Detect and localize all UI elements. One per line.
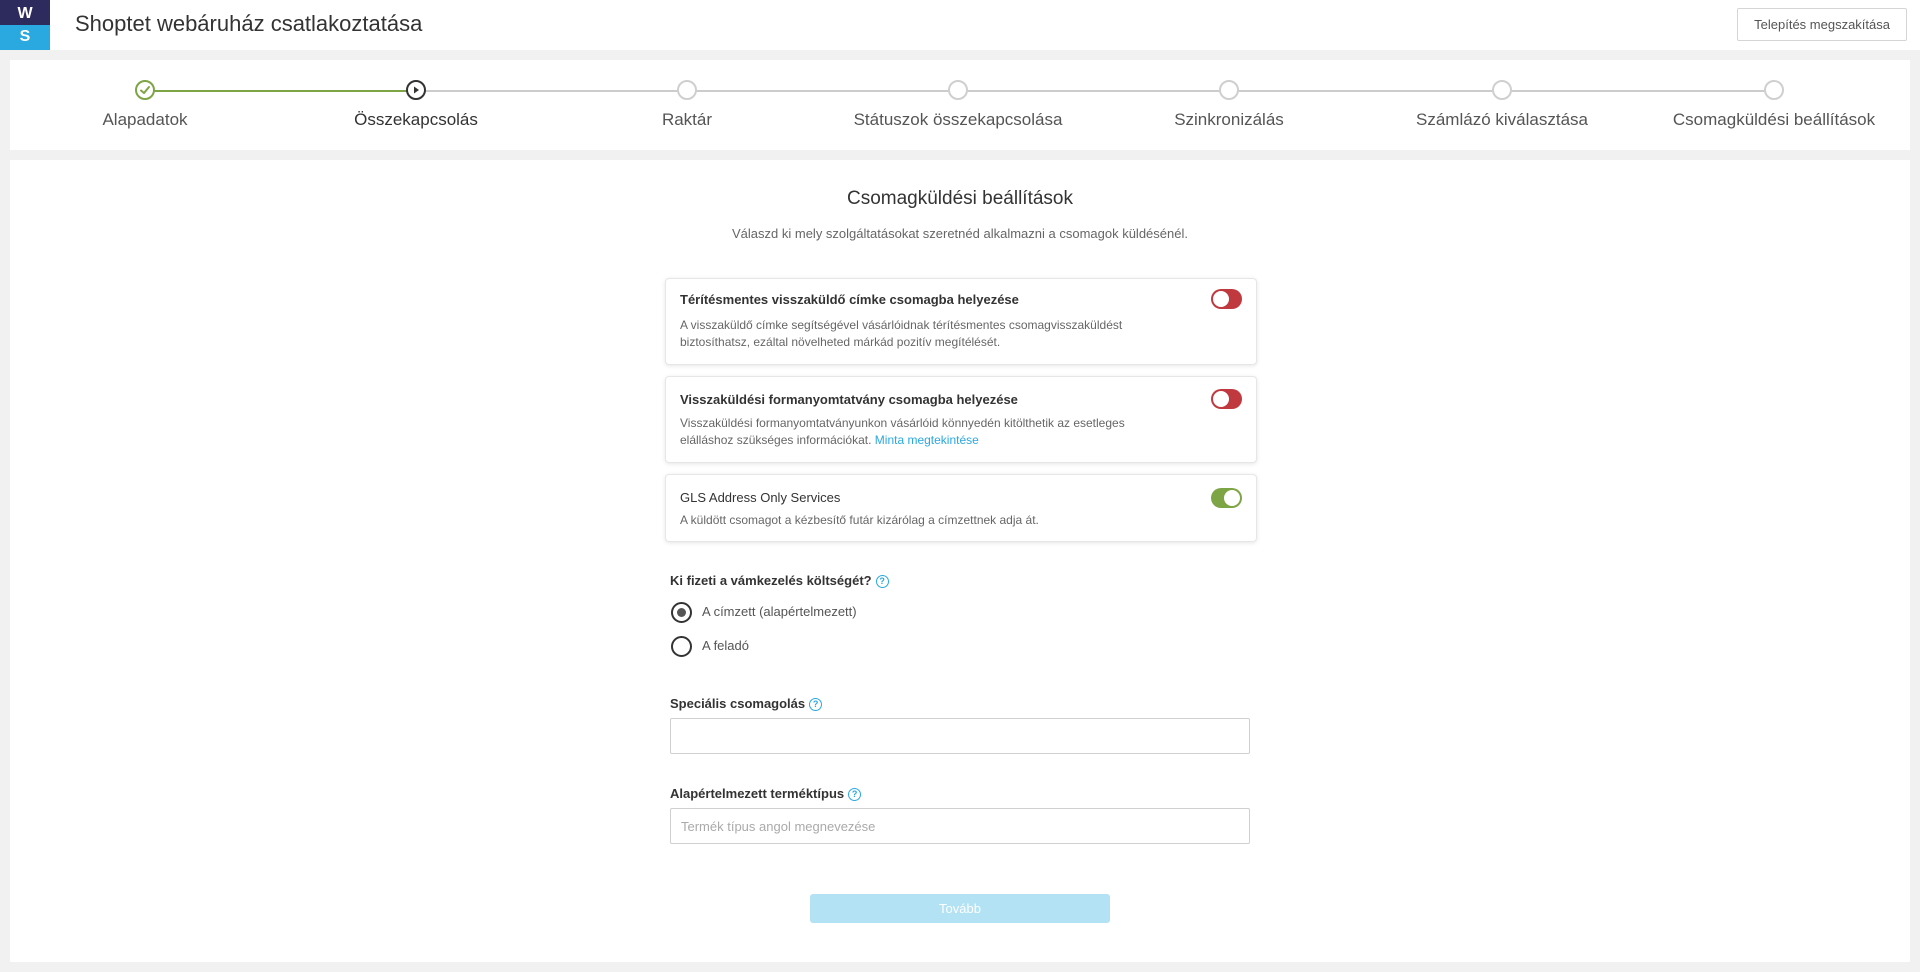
toggle-knob <box>1224 490 1240 506</box>
section-title: Csomagküldési beállítások <box>846 188 1073 209</box>
empty-circle-icon <box>1764 80 1784 100</box>
option-title: Térítésmentes visszaküldő címke csomagba… <box>680 292 1019 307</box>
empty-circle-icon <box>1219 80 1239 100</box>
question-circle-icon[interactable]: ? <box>809 698 823 711</box>
question-circle-icon[interactable]: ? <box>875 575 889 588</box>
radio-label: A címzett (alapértelmezett) <box>702 604 857 619</box>
cancel-installation-button[interactable]: Telepítés megszakítása <box>1737 8 1907 41</box>
radio-button-recipient[interactable] <box>671 602 692 623</box>
main-panel: Csomagküldési beállítások Válaszd ki mel… <box>10 160 1910 962</box>
radio-button-sender[interactable] <box>671 636 692 657</box>
option-description: A küldött csomagot a kézbesítő futár kiz… <box>680 513 1039 527</box>
question-circle-icon[interactable]: ? <box>848 788 862 801</box>
option-description: A visszaküldő címke segítségével vásárló… <box>680 318 1123 349</box>
customs-question-label: Ki fizeti a vámkezelés költségét?? <box>670 573 889 588</box>
step-label: Szinkronizálás <box>1174 110 1284 129</box>
special-packaging-text: Speciális csomagolás <box>670 696 806 711</box>
default-product-type-text: Alapértelmezett terméktípus <box>670 786 845 801</box>
step-label: Alapadatok <box>102 110 188 129</box>
step-label: Összekapcsolás <box>354 110 478 129</box>
step-label: Raktár <box>661 110 713 129</box>
toggle-knob <box>1213 391 1229 407</box>
empty-circle-icon <box>677 80 697 100</box>
app-logo[interactable]: W S <box>0 0 50 50</box>
page-title: Shoptet webáruház csatlakoztatása <box>75 11 423 36</box>
return-label-toggle[interactable] <box>1211 289 1242 309</box>
option-return-label: Térítésmentes visszaküldő címke csomagba… <box>665 278 1257 365</box>
stepper-line-done <box>145 90 416 92</box>
empty-circle-icon <box>1492 80 1512 100</box>
progress-stepper: Alapadatok Összekapcsolás Raktár Státusz… <box>10 60 1910 150</box>
option-gls-address-only: GLS Address Only Services A küldött csom… <box>665 474 1257 542</box>
stepper-line-pending <box>416 90 1774 92</box>
app-header: W S Shoptet webáruház csatlakoztatása Te… <box>0 0 1920 50</box>
step-label: Csomagküldési beállítások <box>1672 110 1876 129</box>
empty-circle-icon <box>948 80 968 100</box>
default-product-type-input[interactable] <box>670 808 1250 844</box>
section-subtitle: Válaszd ki mely szolgáltatásokat szeretn… <box>732 226 1188 241</box>
radio-label: A feladó <box>702 638 749 653</box>
step-label: Státuszok összekapcsolása <box>853 110 1063 129</box>
customs-question-text: Ki fizeti a vámkezelés költségét? <box>670 573 872 588</box>
return-form-toggle[interactable] <box>1211 389 1242 409</box>
play-circle-icon <box>406 80 426 100</box>
default-product-type-label: Alapértelmezett terméktípus? <box>670 786 862 801</box>
next-button[interactable]: Tovább <box>810 894 1110 923</box>
special-packaging-label: Speciális csomagolás? <box>670 696 823 711</box>
option-return-form: Visszaküldési formanyomtatvány csomagba … <box>665 376 1257 463</box>
step-label: Számlázó kiválasztása <box>1416 110 1588 129</box>
option-description: Visszaküldési formanyomtatványunkon vásá… <box>680 415 1180 449</box>
logo-letter-top: W <box>0 0 50 25</box>
option-title: Visszaküldési formanyomtatvány csomagba … <box>680 392 1018 407</box>
option-title: GLS Address Only Services <box>680 490 841 505</box>
logo-letter-bottom: S <box>0 25 50 50</box>
special-packaging-input[interactable] <box>670 718 1250 754</box>
check-circle-icon <box>135 80 155 100</box>
gls-address-only-toggle[interactable] <box>1211 488 1242 508</box>
toggle-knob <box>1213 291 1229 307</box>
sample-view-link[interactable]: Minta megtekintése <box>875 433 979 447</box>
